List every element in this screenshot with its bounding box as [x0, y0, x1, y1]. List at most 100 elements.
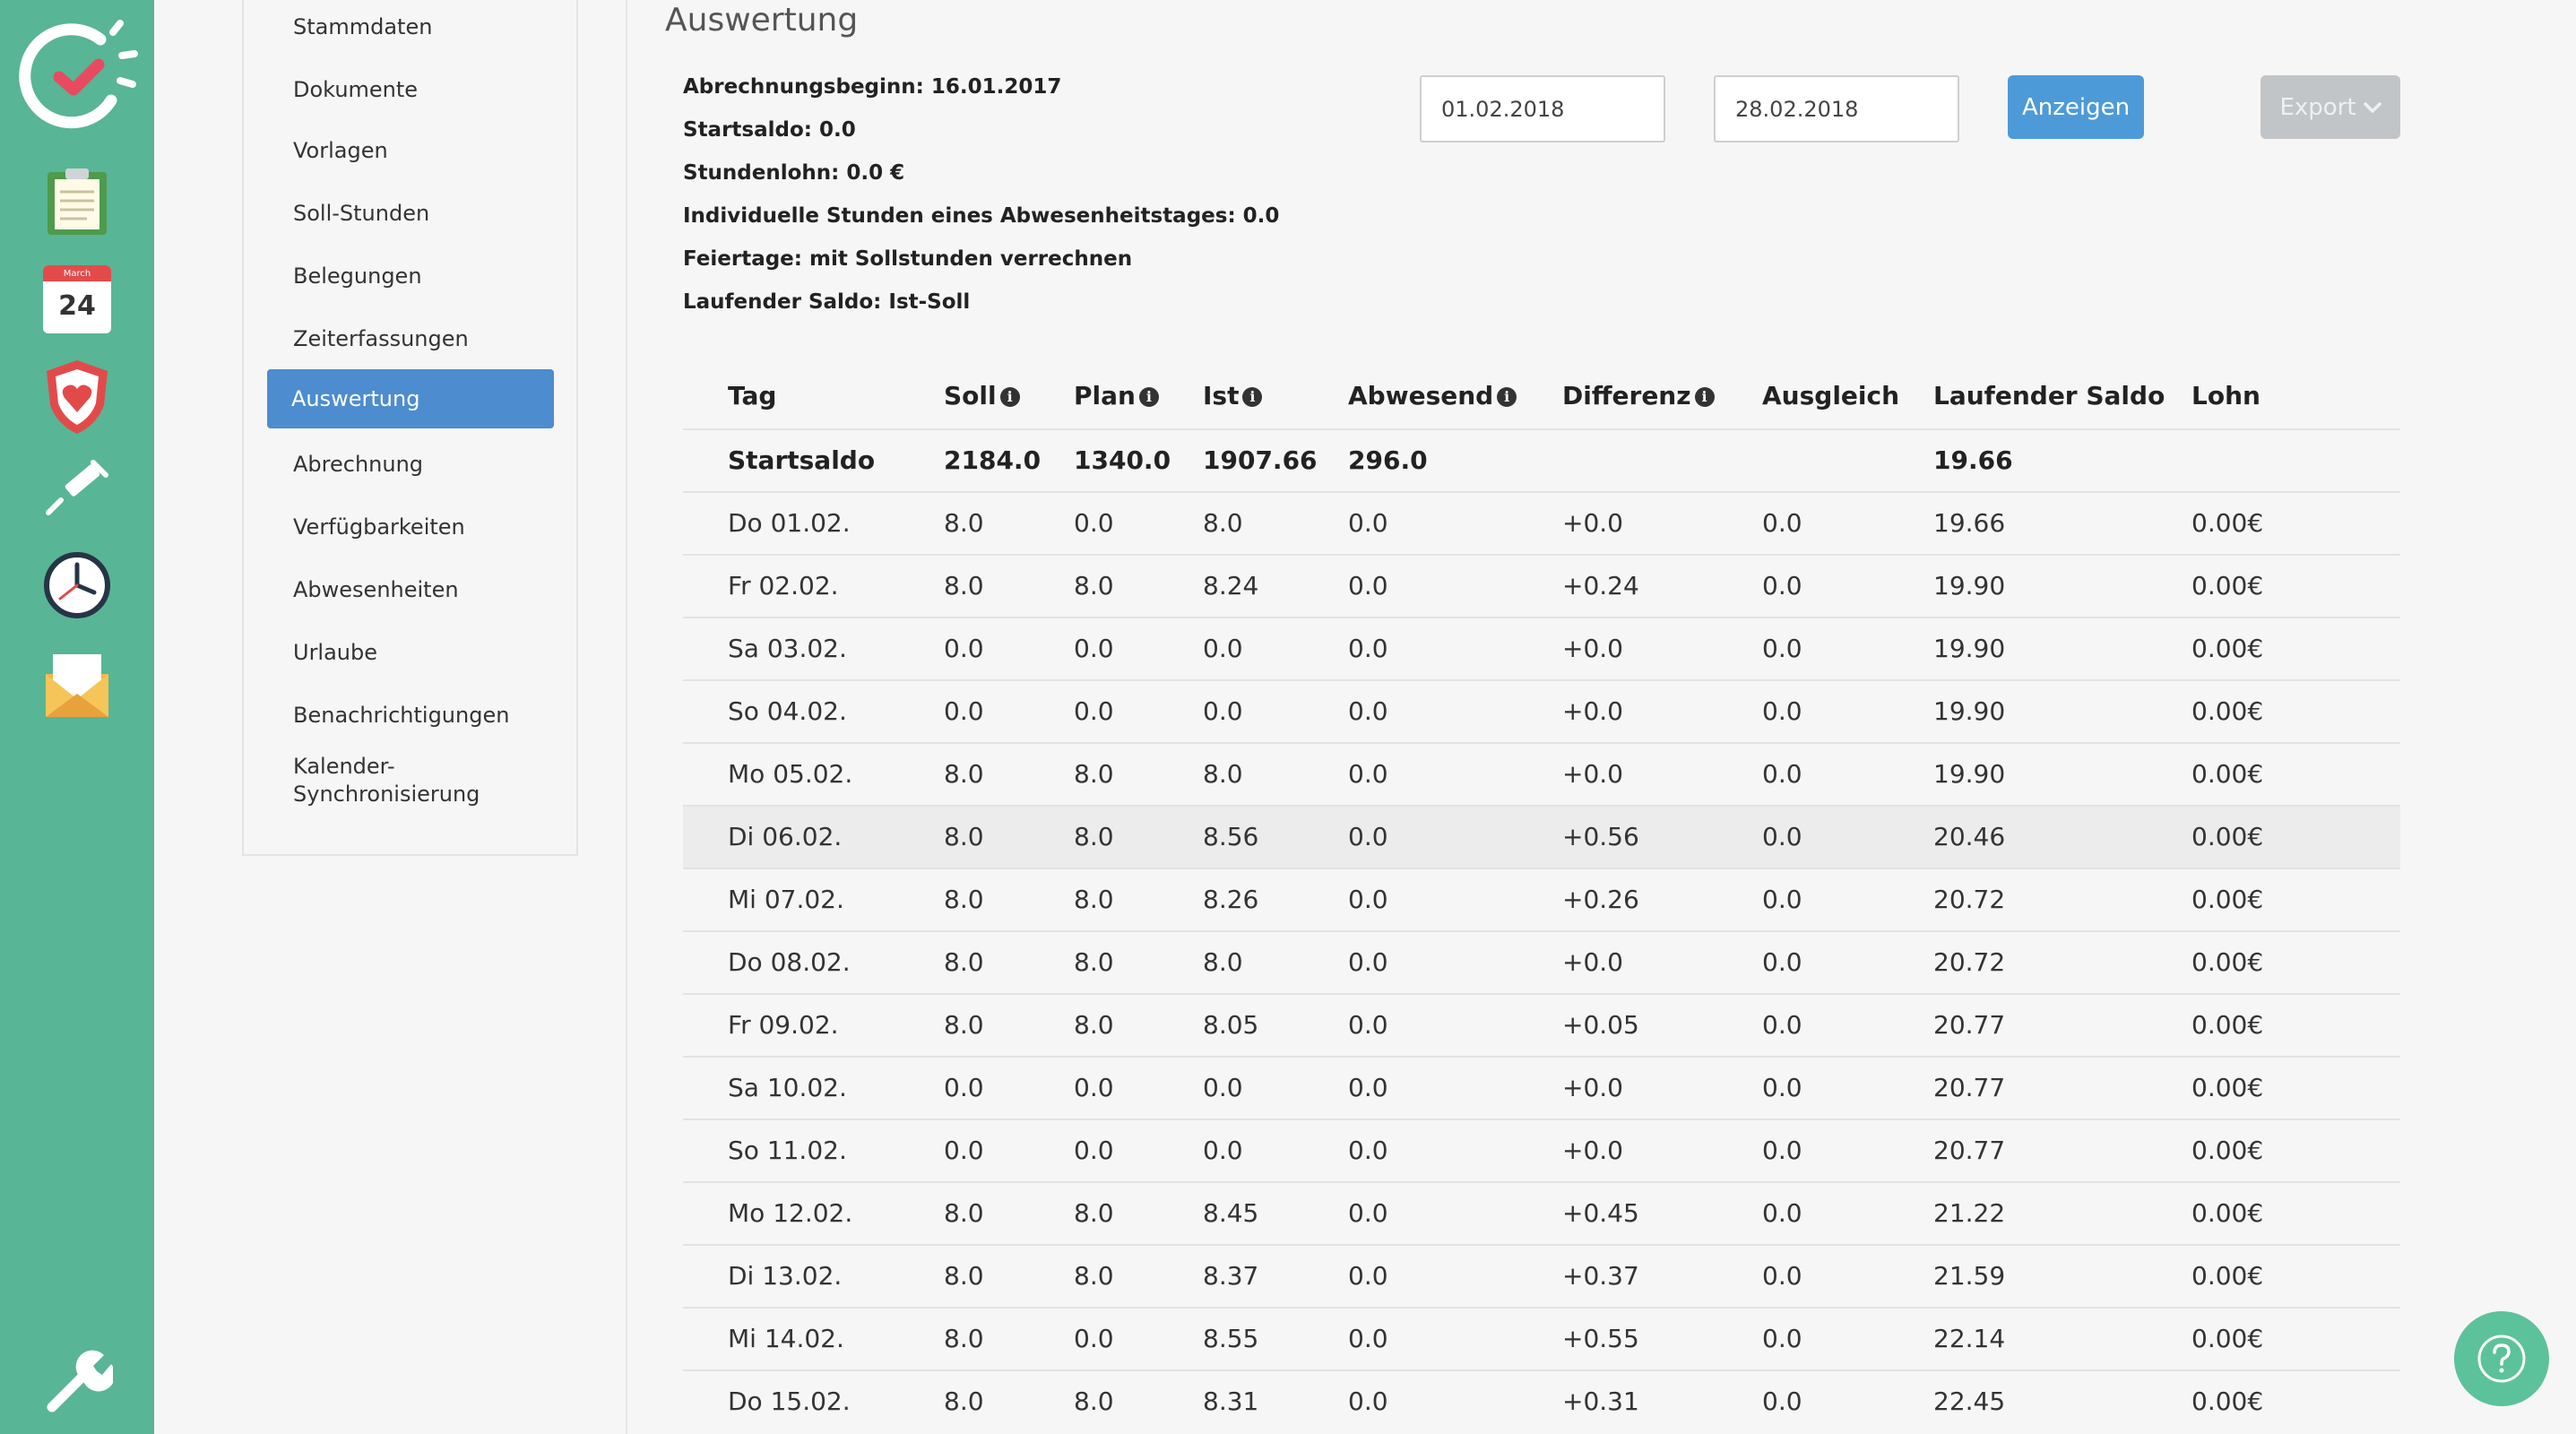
cell-wage: 0.00€	[2191, 1136, 2264, 1165]
envelope-icon[interactable]	[0, 649, 154, 721]
cell-target: 8.0	[944, 1010, 984, 1040]
cell-compensation: 0.0	[1762, 1386, 1802, 1416]
sidebar-item-dokumente[interactable]: Dokumente	[269, 63, 556, 117]
cell-running-balance: 20.46	[1933, 822, 2006, 851]
cell-plan: 0.0	[1074, 1324, 1114, 1353]
sidebar-item-vorlagen[interactable]: Vorlagen	[269, 124, 556, 177]
sidebar-item-stammdaten[interactable]: Stammdaten	[269, 0, 556, 54]
column-header-difference: Differenz i	[1562, 366, 1715, 427]
clock-icon[interactable]	[0, 550, 154, 620]
sidebar-item-benachrichtigungen[interactable]: Benachrichtigungen	[269, 688, 556, 742]
column-header-label: Tag	[728, 381, 777, 410]
sidebar-item-kalender-synchronisierung[interactable]: Kalender- Synchronisierung	[269, 753, 556, 808]
table-row: Fr 02.02. 8.0 8.0 8.24 0.0 +0.24 0.0 19.90 0.00€	[683, 554, 2400, 617]
cell-target: 8.0	[944, 1261, 984, 1291]
cell-target: 8.0	[944, 1198, 984, 1228]
cell-difference: +0.0	[1562, 696, 1623, 726]
sidebar-item-auswertung[interactable]: Auswertung	[267, 369, 554, 428]
cell-compensation: 0.0	[1762, 634, 1802, 663]
cell-absent: 0.0	[1348, 696, 1388, 726]
info-icon[interactable]: i	[1694, 387, 1715, 407]
cell-day: So 04.02.	[728, 696, 847, 726]
cell-actual: 8.26	[1203, 885, 1259, 914]
cell-compensation: 0.0	[1762, 571, 1802, 600]
table-header-row: Tag Soll i Plan i Ist i Abwesend i Differenz i Ausg…	[683, 366, 2400, 428]
summary-line: Startsaldo: 0.0	[683, 118, 856, 142]
cell-absent: 0.0	[1348, 1386, 1388, 1416]
cell-running-balance: 19.66	[1933, 508, 2006, 538]
syringe-icon[interactable]	[0, 457, 154, 520]
cell-compensation: 0.0	[1762, 947, 1802, 977]
export-button[interactable]: Export	[2260, 75, 2400, 139]
clipboard-icon[interactable]	[0, 167, 154, 237]
table-row: Mi 07.02. 8.0 8.0 8.26 0.0 +0.26 0.0 20.72 0.00€	[683, 868, 2400, 930]
cell-difference: +0.45	[1562, 1198, 1639, 1228]
sidebar-item-urlaube[interactable]: Urlaube	[269, 626, 556, 679]
wrench-icon[interactable]	[0, 1344, 154, 1416]
cell-actual: 8.37	[1203, 1261, 1259, 1291]
date-from-input[interactable]	[1420, 75, 1665, 143]
summary-line: Individuelle Stunden eines Abwesenheitst…	[683, 204, 1280, 228]
cell-absent: 0.0	[1348, 885, 1388, 914]
cell-absent: 0.0	[1348, 571, 1388, 600]
sidebar-item-abwesenheiten[interactable]: Abwesenheiten	[269, 563, 556, 617]
cell-target: 2184.0	[944, 445, 1042, 475]
cell-compensation: 0.0	[1762, 508, 1802, 538]
cell-wage: 0.00€	[2191, 1010, 2264, 1040]
cell-absent: 0.0	[1348, 1261, 1388, 1291]
cell-running-balance: 19.90	[1933, 696, 2006, 726]
info-icon[interactable]: i	[1242, 387, 1263, 407]
cell-absent: 0.0	[1348, 508, 1388, 538]
cell-actual: 0.0	[1203, 1073, 1243, 1102]
cell-target: 8.0	[944, 571, 984, 600]
cell-plan: 8.0	[1074, 571, 1114, 600]
calendar-icon-day: 24	[58, 290, 96, 322]
sidebar-item-verfügbarkeiten[interactable]: Verfügbarkeiten	[269, 500, 556, 554]
cell-plan: 0.0	[1074, 1136, 1114, 1165]
cell-actual: 0.0	[1203, 634, 1243, 663]
cell-day: Sa 03.02.	[728, 634, 847, 663]
page-title: Auswertung	[665, 2, 859, 39]
cell-absent: 296.0	[1348, 445, 1428, 475]
column-header-plan: Plan i	[1074, 366, 1159, 427]
cell-difference: +0.55	[1562, 1324, 1639, 1353]
sidebar-item-abrechnung[interactable]: Abrechnung	[269, 437, 556, 491]
cell-actual: 8.24	[1203, 571, 1259, 600]
cell-absent: 0.0	[1348, 1073, 1388, 1102]
app-logo-icon[interactable]	[0, 13, 154, 138]
cell-target: 0.0	[944, 634, 984, 663]
table-row: Di 13.02. 8.0 8.0 8.37 0.0 +0.37 0.0 21.59 0.00€	[683, 1244, 2400, 1307]
column-header-label: Ist	[1203, 381, 1240, 410]
cell-day: Do 01.02.	[728, 508, 851, 538]
cell-wage: 0.00€	[2191, 1073, 2264, 1102]
info-icon[interactable]: i	[1497, 387, 1517, 407]
evaluation-table: Tag Soll i Plan i Ist i Abwesend i Differenz i Ausg…	[683, 366, 2400, 1432]
sidebar-item-belegungen[interactable]: Belegungen	[269, 249, 556, 303]
sidebar-item-zeiterfassungen[interactable]: Zeiterfassungen	[269, 312, 556, 366]
cell-actual: 8.05	[1203, 1010, 1259, 1040]
cell-compensation: 0.0	[1762, 885, 1802, 914]
cell-difference: +0.0	[1562, 508, 1623, 538]
cell-difference: +0.05	[1562, 1010, 1639, 1040]
cell-running-balance: 20.77	[1933, 1136, 2006, 1165]
calendar-icon[interactable]: March 24	[0, 265, 154, 333]
date-to-input[interactable]	[1714, 75, 1959, 143]
cell-difference: +0.37	[1562, 1261, 1639, 1291]
cell-running-balance: 20.72	[1933, 885, 2006, 914]
cell-difference: +0.31	[1562, 1386, 1639, 1416]
info-icon[interactable]: i	[1138, 387, 1159, 407]
help-button[interactable]	[2454, 1311, 2549, 1406]
cell-day: So 11.02.	[728, 1136, 847, 1165]
show-button[interactable]: Anzeigen	[2008, 75, 2144, 139]
cell-compensation: 0.0	[1762, 1073, 1802, 1102]
info-icon[interactable]: i	[999, 387, 1020, 407]
cell-actual: 8.31	[1203, 1386, 1259, 1416]
cell-compensation: 0.0	[1762, 1198, 1802, 1228]
table-row: Mi 14.02. 8.0 0.0 8.55 0.0 +0.55 0.0 22.14 0.00€	[683, 1307, 2400, 1369]
shield-heart-icon[interactable]	[0, 357, 154, 437]
cell-target: 8.0	[944, 1386, 984, 1416]
cell-plan: 0.0	[1074, 1073, 1114, 1102]
cell-day: Do 15.02.	[728, 1386, 851, 1416]
cell-plan: 8.0	[1074, 1261, 1114, 1291]
sidebar-item-soll-stunden[interactable]: Soll-Stunden	[269, 186, 556, 240]
